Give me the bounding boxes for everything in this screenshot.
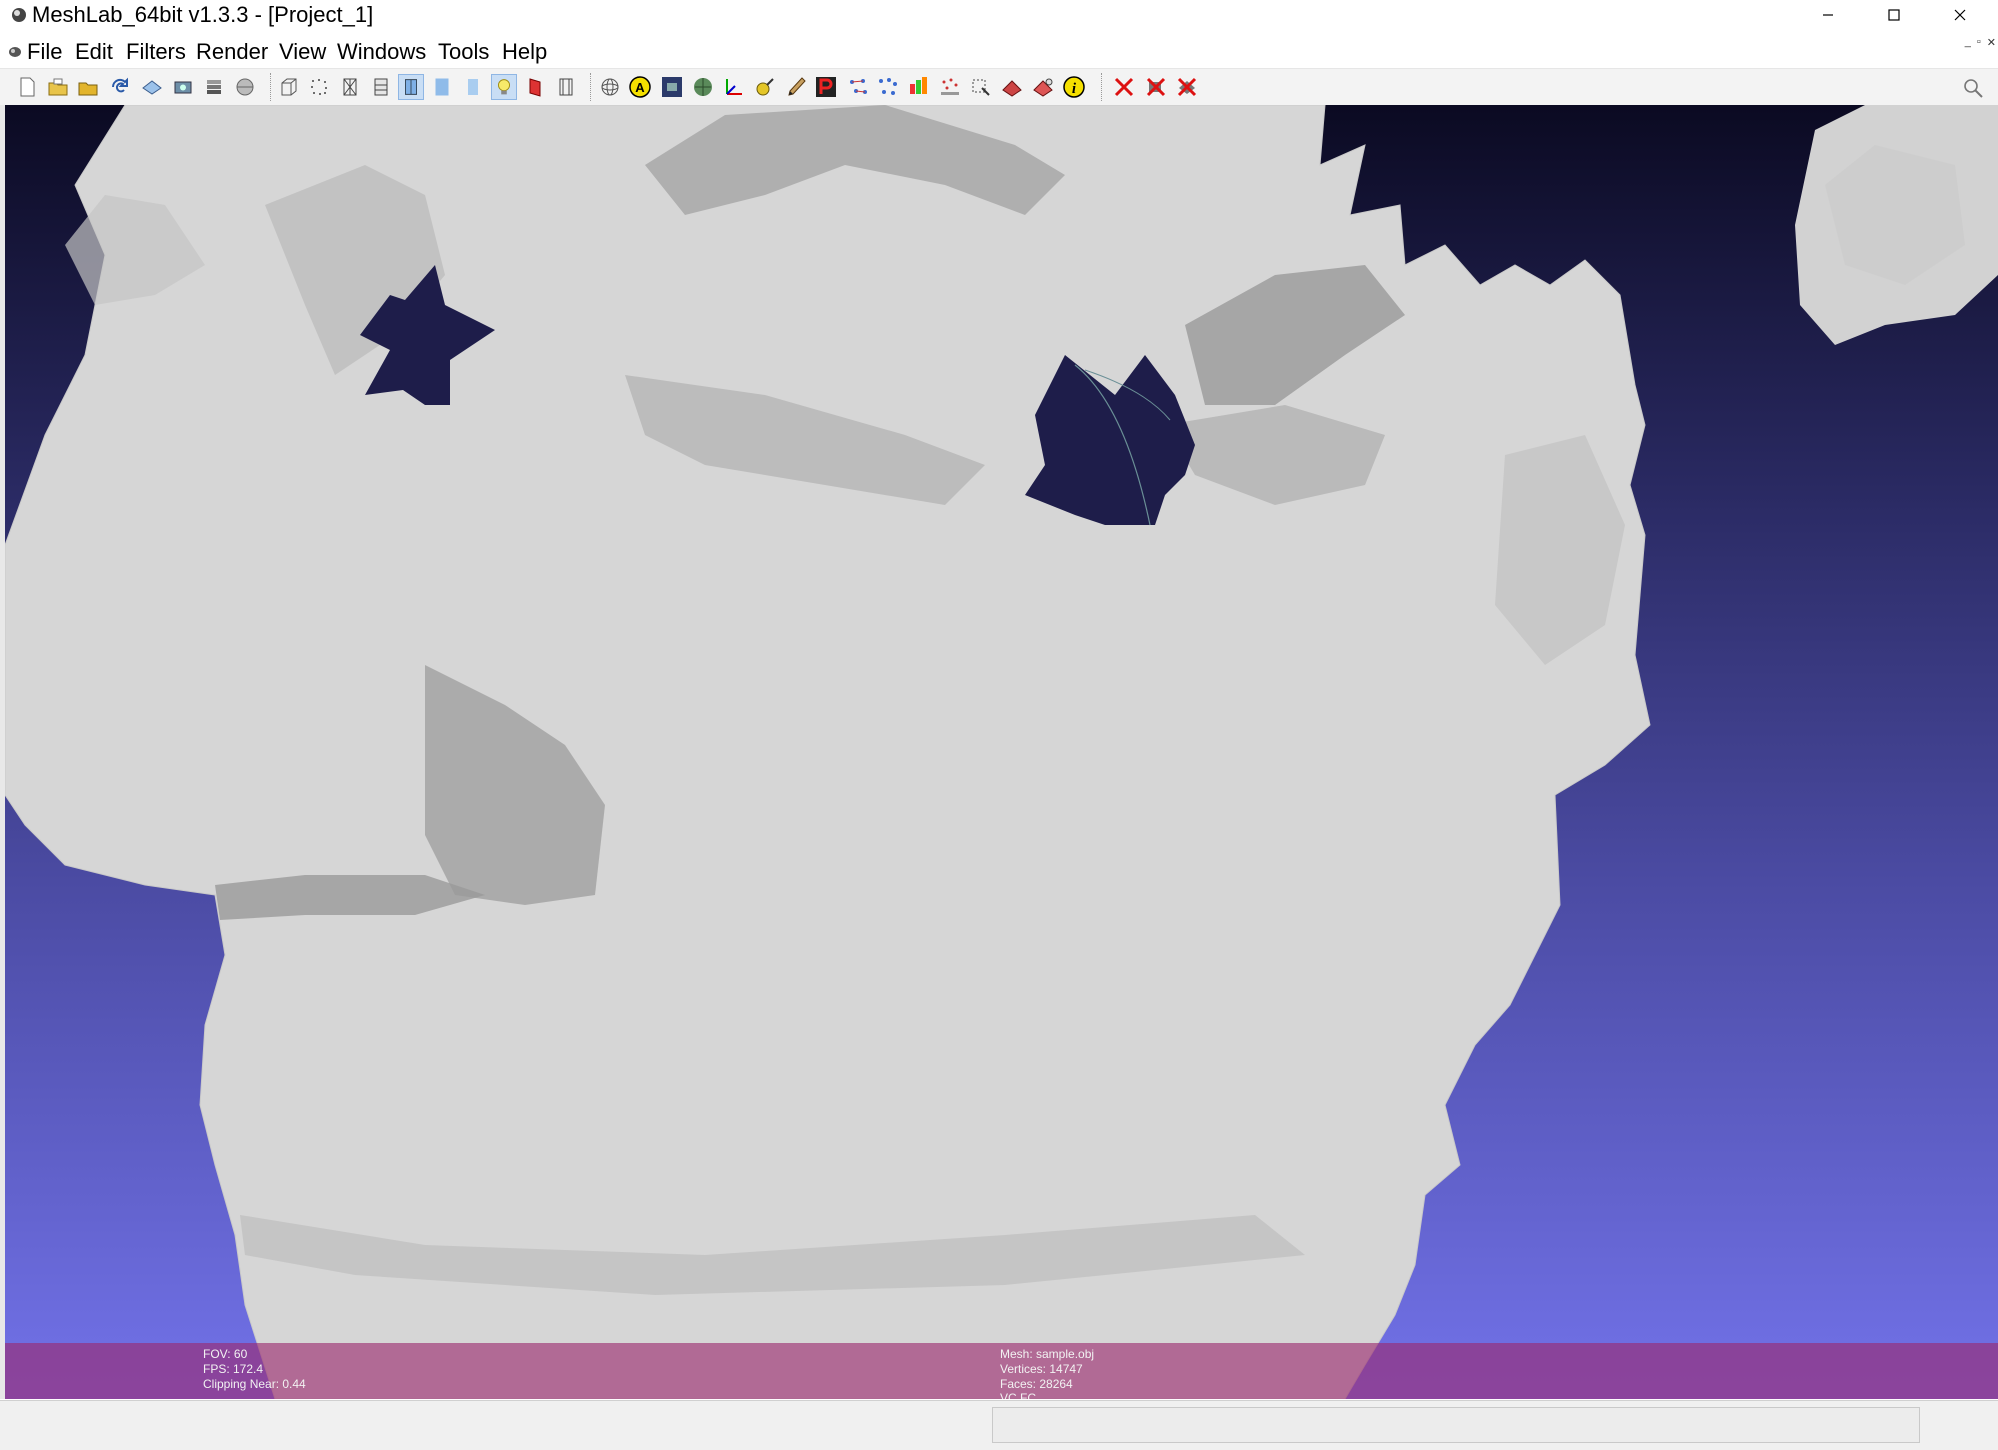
mdi-close-icon[interactable]: ✕ xyxy=(1987,36,1996,49)
hidden-lines-icon[interactable] xyxy=(368,74,394,100)
fov-readout: FOV: 60 xyxy=(203,1347,248,1361)
status-bar xyxy=(0,1400,1998,1450)
delete-faces-icon[interactable] xyxy=(1143,74,1169,100)
toolbar-separator xyxy=(590,73,593,101)
wireframe-icon[interactable] xyxy=(337,74,363,100)
texture-icon[interactable] xyxy=(690,74,716,100)
window-title: MeshLab_64bit v1.3.3 - [Project_1] xyxy=(32,2,374,27)
quality-map-icon[interactable] xyxy=(906,74,932,100)
select-connected-icon[interactable] xyxy=(999,74,1025,100)
mode-readout: VC FC xyxy=(1000,1391,1036,1399)
meshlab-app-icon xyxy=(12,8,26,22)
flat-lines-icon[interactable] xyxy=(398,74,424,100)
save-icon[interactable] xyxy=(139,74,165,100)
import-raster-icon[interactable] xyxy=(232,74,258,100)
toolbar-separator xyxy=(270,73,273,101)
reload-icon[interactable] xyxy=(107,74,133,100)
paint-icon[interactable] xyxy=(783,74,809,100)
new-project-icon[interactable] xyxy=(14,74,40,100)
close-icon xyxy=(1954,9,1966,21)
menu-file[interactable]: File xyxy=(27,38,62,66)
mdi-minimize-icon[interactable]: _ xyxy=(1965,36,1971,49)
vertices-readout: Vertices: 14747 xyxy=(1000,1362,1083,1376)
clipping-readout: Clipping Near: 0.44 xyxy=(203,1377,306,1391)
mdi-restore-icon[interactable]: ▫ xyxy=(1977,36,1981,49)
lighting-icon[interactable] xyxy=(491,74,517,100)
menu-render[interactable]: Render xyxy=(196,38,268,66)
menu-view[interactable]: View xyxy=(279,38,326,66)
info-icon[interactable]: i xyxy=(1061,74,1087,100)
3d-viewport[interactable]: FOV: 60 FPS: 172.4 Clipping Near: 0.44 M… xyxy=(5,105,1998,1399)
title-bar: MeshLab_64bit v1.3.3 - [Project_1] xyxy=(0,0,1998,30)
mesh-name-readout: Mesh: sample.obj xyxy=(1000,1347,1095,1361)
menu-filters[interactable]: Filters xyxy=(126,38,186,66)
delete-vertices-icon[interactable] xyxy=(1111,74,1137,100)
delete-faces-vertices-icon[interactable] xyxy=(1174,74,1200,100)
trackball-icon[interactable] xyxy=(597,74,623,100)
minimize-icon xyxy=(1823,14,1833,16)
menu-help[interactable]: Help xyxy=(502,38,547,66)
status-progress-field xyxy=(992,1407,1920,1443)
minimize-button[interactable] xyxy=(1798,0,1858,30)
backface-icon[interactable] xyxy=(553,74,579,100)
flat-icon[interactable] xyxy=(429,74,455,100)
maximize-icon xyxy=(1888,9,1900,21)
points-icon[interactable] xyxy=(306,74,332,100)
color-paint-icon[interactable] xyxy=(813,74,839,100)
close-button[interactable] xyxy=(1930,0,1990,30)
toolbar-separator xyxy=(1101,73,1104,101)
open-icon[interactable] xyxy=(45,74,71,100)
document-icon[interactable] xyxy=(8,46,22,58)
layers-icon[interactable] xyxy=(201,74,227,100)
align-icon[interactable] xyxy=(845,74,871,100)
select-vertices-icon[interactable] xyxy=(752,74,778,100)
points-pick-icon[interactable] xyxy=(875,74,901,100)
bounding-box-icon[interactable] xyxy=(276,74,302,100)
raster-icon[interactable] xyxy=(659,74,685,100)
axis-icon[interactable] xyxy=(721,74,747,100)
snapshot-icon[interactable] xyxy=(170,74,196,100)
faces-readout: Faces: 28264 xyxy=(1000,1377,1073,1391)
reference-icon[interactable] xyxy=(937,74,963,100)
open-project-icon[interactable] xyxy=(75,74,101,100)
measure-icon[interactable] xyxy=(1030,74,1056,100)
annotation-icon[interactable]: A xyxy=(627,74,653,100)
menu-tools[interactable]: Tools xyxy=(438,38,489,66)
info-overlay: FOV: 60 FPS: 172.4 Clipping Near: 0.44 M… xyxy=(5,1343,1998,1399)
svg-text:A: A xyxy=(635,80,645,95)
menu-edit[interactable]: Edit xyxy=(75,38,113,66)
select-faces-icon[interactable] xyxy=(968,74,994,100)
smooth-icon[interactable] xyxy=(460,74,486,100)
maximize-button[interactable] xyxy=(1864,0,1924,30)
search-icon[interactable] xyxy=(1960,75,1986,101)
mdi-window-controls: _ ▫ ✕ xyxy=(1965,36,1996,49)
mesh-render xyxy=(5,105,1998,1399)
menu-bar: File Edit Filters Render View Windows To… xyxy=(0,36,1998,68)
main-toolbar: A i xyxy=(0,68,1998,106)
double-side-icon[interactable] xyxy=(522,74,548,100)
fps-readout: FPS: 172.4 xyxy=(203,1362,264,1376)
menu-windows[interactable]: Windows xyxy=(337,38,426,66)
mesh-surface xyxy=(5,105,1651,1399)
